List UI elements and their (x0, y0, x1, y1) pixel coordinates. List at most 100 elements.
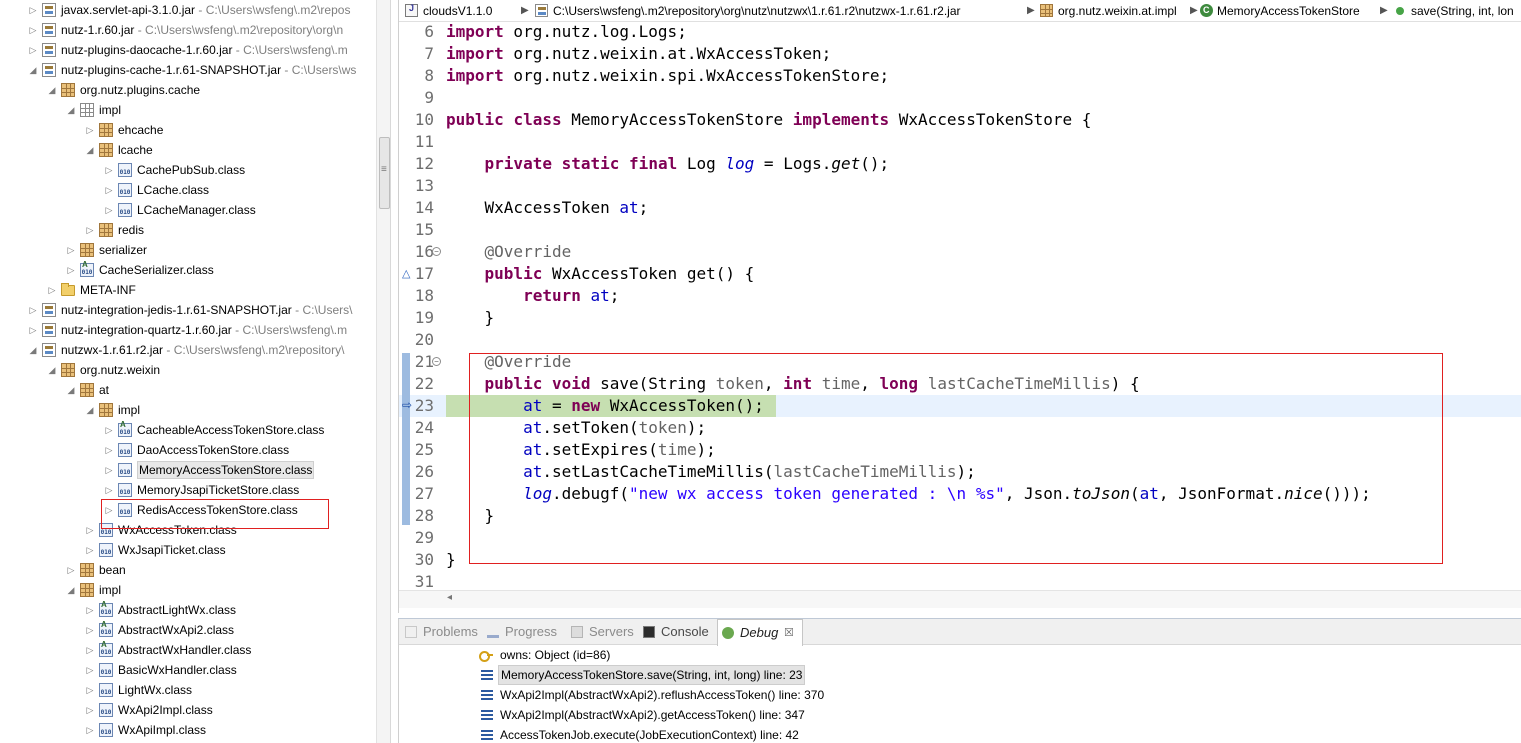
breadcrumb-separator-icon: ▶ (521, 5, 529, 16)
tree-item-label: impl (99, 580, 121, 600)
class-file-icon (118, 163, 132, 177)
expand-arrow-icon[interactable]: ▷ (66, 260, 76, 280)
code-line[interactable]: 20 (399, 329, 1521, 351)
tree-scrollbar[interactable] (376, 0, 390, 743)
expand-arrow-icon[interactable]: ▷ (104, 460, 114, 480)
expand-arrow-icon[interactable]: ▷ (28, 0, 38, 20)
code-token: get (831, 154, 861, 173)
code-line[interactable]: 8 import org.nutz.weixin.spi.WxAccessToke… (399, 65, 1521, 87)
collapse-arrow-icon[interactable]: ◢ (66, 100, 76, 120)
expand-arrow-icon[interactable]: ▷ (47, 280, 57, 300)
collapse-arrow-icon[interactable]: ◢ (47, 360, 57, 380)
tree-item-text: nutz-plugins-cache-1.r.61-SNAPSHOT.jar (61, 63, 282, 77)
collapse-arrow-icon[interactable]: ◢ (47, 80, 57, 100)
breadcrumb-method[interactable]: save(String, int, lon (1411, 0, 1514, 21)
class-file-icon (99, 683, 113, 697)
expand-arrow-icon[interactable]: ▷ (85, 640, 95, 660)
expand-arrow-icon[interactable]: ▷ (85, 220, 95, 240)
code-line[interactable]: 14 WxAccessToken at; (399, 197, 1521, 219)
code-token: WxAccessToken get() { (542, 264, 755, 283)
fold-toggle-icon[interactable]: − (432, 357, 441, 366)
abstract-class-file-icon (118, 421, 132, 437)
breadcrumb-package[interactable]: org.nutz.weixin.at.impl (1058, 0, 1177, 21)
tree-item-label: WxJsapiTicket.class (118, 540, 226, 560)
expand-arrow-icon[interactable]: ▷ (85, 660, 95, 680)
debug-frame-label: MemoryAccessTokenStore.save(String, int,… (498, 665, 806, 685)
breadcrumb-jar[interactable]: C:\Users\wsfeng\.m2\repository\org\nutz\… (553, 0, 961, 21)
expand-arrow-icon[interactable]: ▷ (85, 620, 95, 640)
code-line[interactable]: 7 import org.nutz.weixin.at.WxAccessToken… (399, 43, 1521, 65)
tree-item-text: BasicWxHandler.class (118, 663, 237, 677)
expand-arrow-icon[interactable]: ▷ (85, 700, 95, 720)
expand-arrow-icon[interactable]: ▷ (85, 720, 95, 740)
highlight-box (469, 353, 1443, 564)
expand-arrow-icon[interactable]: ▷ (85, 680, 95, 700)
code-line[interactable]: 12 private static final Log log = Logs.g… (399, 153, 1521, 175)
code-line[interactable]: 13 (399, 175, 1521, 197)
expand-arrow-icon[interactable]: ▷ (104, 200, 114, 220)
console-icon (643, 626, 655, 638)
code-token: org.nutz.weixin.spi.WxAccessTokenStore; (503, 66, 890, 85)
expand-arrow-icon[interactable]: ▷ (104, 480, 114, 500)
expand-arrow-icon[interactable]: ▷ (85, 520, 95, 540)
code-editor[interactable]: cloudsV1.1.0 ▶ C:\Users\wsfeng\.m2\repos… (398, 0, 1521, 613)
package-icon (61, 83, 75, 97)
code-text: WxAccessToken at; (446, 197, 649, 219)
close-tab-icon[interactable]: ☒ (784, 620, 794, 646)
tree-item-separator: - (231, 323, 243, 337)
scrollbar-thumb[interactable] (379, 137, 390, 209)
expand-arrow-icon[interactable]: ▷ (85, 600, 95, 620)
collapse-arrow-icon[interactable]: ◢ (66, 580, 76, 600)
code-line[interactable]: 6 import org.nutz.log.Logs; (399, 21, 1521, 43)
code-line[interactable]: 11 (399, 131, 1521, 153)
collapse-arrow-icon[interactable]: ◢ (85, 140, 95, 160)
breadcrumb-class[interactable]: MemoryAccessTokenStore (1217, 0, 1360, 21)
code-line[interactable]: 15 (399, 219, 1521, 241)
tree-item-label: impl (118, 400, 140, 420)
code-text: import org.nutz.weixin.at.WxAccessToken; (446, 43, 831, 65)
expand-arrow-icon[interactable]: ▷ (104, 440, 114, 460)
code-line[interactable]: 10 public class MemoryAccessTokenStore im… (399, 109, 1521, 131)
expand-arrow-icon[interactable]: ▷ (28, 20, 38, 40)
fold-toggle-icon[interactable]: − (432, 247, 441, 256)
class-file-icon (118, 463, 132, 477)
expand-arrow-icon[interactable]: ▷ (66, 240, 76, 260)
horizontal-scrollbar[interactable]: ◂ (399, 590, 1521, 608)
tree-item-label: nutz-plugins-cache-1.r.61-SNAPSHOT.jar -… (61, 60, 356, 80)
code-line[interactable]: 18 return at; (399, 285, 1521, 307)
tree-item-text: ehcache (118, 123, 164, 137)
collapse-arrow-icon[interactable]: ◢ (66, 380, 76, 400)
servers-icon (571, 626, 583, 638)
code-line[interactable]: 19 } (399, 307, 1521, 329)
tree-item-text: nutz-plugins-daocache-1.r.60.jar (61, 43, 233, 57)
expand-arrow-icon[interactable]: ▷ (28, 40, 38, 60)
expand-arrow-icon[interactable]: ▷ (28, 320, 38, 340)
method-icon (1396, 7, 1404, 15)
tree-item-label: javax.servlet-api-3.1.0.jar - C:\Users\w… (61, 0, 350, 20)
code-line[interactable]: 17 public WxAccessToken get() { (399, 263, 1521, 285)
expand-arrow-icon[interactable]: ▷ (28, 300, 38, 320)
expand-arrow-icon[interactable]: ▷ (104, 420, 114, 440)
tree-item-text: AbstractWxApi2.class (118, 623, 235, 637)
code-token: public (484, 264, 543, 283)
expand-arrow-icon[interactable]: ▷ (85, 120, 95, 140)
collapse-arrow-icon[interactable]: ◢ (28, 340, 38, 360)
view-tabs: Problems Progress Servers Console Debug … (399, 619, 1521, 646)
expand-arrow-icon[interactable]: ▷ (66, 560, 76, 580)
code-line[interactable]: 9 (399, 87, 1521, 109)
collapse-arrow-icon[interactable]: ◢ (28, 60, 38, 80)
collapse-arrow-icon[interactable]: ◢ (85, 400, 95, 420)
tab-debug[interactable]: Debug ☒ (717, 619, 803, 646)
line-number: 28 (414, 506, 434, 525)
tree-item-path: C:\Users\ (302, 303, 353, 317)
code-token: MemoryAccessTokenStore (561, 110, 793, 129)
code-line[interactable]: 16 @Override (399, 241, 1521, 263)
tree-item-text: AbstractLightWx.class (118, 603, 237, 617)
expand-arrow-icon[interactable]: ▷ (104, 180, 114, 200)
breadcrumb-project[interactable]: cloudsV1.1.0 (423, 0, 492, 21)
scroll-left-icon[interactable]: ◂ (447, 592, 452, 603)
package-icon (99, 223, 113, 237)
expand-arrow-icon[interactable]: ▷ (104, 160, 114, 180)
expand-arrow-icon[interactable]: ▷ (85, 540, 95, 560)
